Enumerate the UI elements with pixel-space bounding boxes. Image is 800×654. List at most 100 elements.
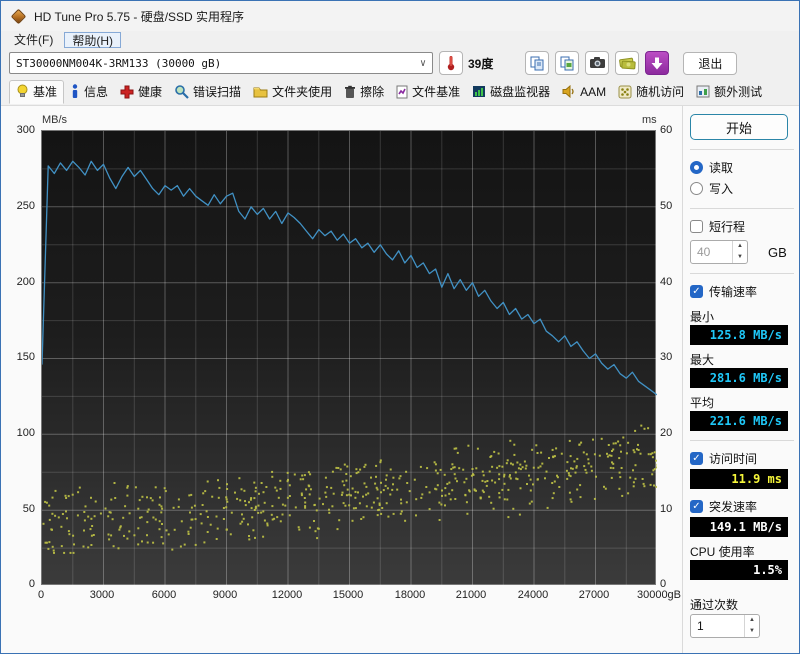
main-content: MB/s ms 300 250 200 150 100 50 0 60 50 4… (1, 106, 799, 654)
pass-count-spinner[interactable]: 1 ▲ ▼ (690, 614, 760, 638)
cpu-usage-value: 1.5% (690, 560, 788, 580)
menu-help[interactable]: 帮助(H) (64, 32, 121, 48)
y-tick-left: 50 (1, 502, 35, 516)
tab-label: 健康 (138, 83, 162, 100)
capacity-value: 40 (691, 241, 732, 263)
tab-extra-tests[interactable]: 额外测试 (690, 80, 768, 104)
tab-aam[interactable]: AAM (556, 80, 612, 104)
y-tick-left: 300 (1, 123, 35, 137)
spinner-down-icon[interactable]: ▼ (745, 626, 759, 637)
temperature-value: 39度 (468, 55, 493, 72)
transfer-rate-label: 传输速率 (709, 283, 757, 300)
read-radio[interactable]: 读取 (690, 157, 794, 178)
right-axis-unit: ms (642, 114, 657, 126)
access-time-checkbox[interactable]: ✓ 访问时间 (690, 448, 794, 469)
tab-health[interactable]: 健康 (114, 80, 168, 104)
pass-count-label: 通过次数 (690, 596, 794, 614)
x-tick: 27000 (562, 589, 626, 601)
left-axis-unit: MB/s (42, 114, 67, 126)
drive-select-value: ST30000NM004K-3RM133 (30000 gB) (16, 57, 221, 70)
y-tick-left: 250 (1, 199, 35, 213)
tab-label: 擦除 (360, 83, 384, 100)
chevron-down-icon: ∨ (420, 58, 426, 69)
copy-text-button[interactable] (525, 51, 549, 75)
thermometer-icon (444, 55, 458, 71)
write-radio-label: 写入 (709, 180, 733, 197)
tab-random-access[interactable]: 随机访问 (612, 80, 690, 104)
min-label: 最小 (690, 308, 794, 325)
info-icon (70, 84, 80, 99)
min-value: 125.8 MB/s (690, 325, 788, 345)
bulb-icon (16, 84, 29, 99)
exit-button[interactable]: 退出 (683, 52, 737, 75)
capacity-spinner[interactable]: 40 ▲ ▼ (690, 240, 748, 264)
screenshot-icon (589, 56, 606, 70)
x-tick: 18000 (378, 589, 442, 601)
y-tick-right: 40 (660, 275, 672, 289)
menu-file[interactable]: 文件(F) (7, 32, 60, 48)
register-icon (619, 57, 636, 70)
tab-benchmark[interactable]: 基准 (9, 80, 64, 104)
x-tick: 9000 (193, 589, 257, 601)
y-tick-right: 10 (660, 502, 672, 516)
spinner-down-icon[interactable]: ▼ (733, 252, 747, 263)
tab-folder-usage[interactable]: 文件夹使用 (247, 80, 338, 104)
avg-label: 平均 (690, 394, 794, 411)
divider (690, 208, 794, 209)
tab-erase[interactable]: 擦除 (338, 80, 390, 104)
drive-select[interactable]: ST30000NM004K-3RM133 (30000 gB) ∨ (9, 52, 433, 74)
title-bar: HD Tune Pro 5.75 - 硬盘/SSD 实用程序 (1, 1, 799, 31)
spinner-up-icon[interactable]: ▲ (733, 241, 747, 252)
save-download-icon (651, 57, 663, 70)
tab-label: AAM (580, 85, 606, 99)
tab-error-scan[interactable]: 错误扫描 (168, 80, 247, 104)
y-tick-right: 50 (660, 199, 672, 213)
copy-image-button[interactable] (555, 51, 579, 75)
divider (690, 440, 794, 441)
cpu-usage-label: CPU 使用率 (690, 543, 794, 560)
access-time-label: 访问时间 (709, 450, 757, 467)
save-download-button[interactable] (645, 51, 669, 75)
panel-divider (682, 106, 683, 654)
chart-plot-svg (42, 131, 657, 586)
pass-count-value: 1 (691, 615, 744, 637)
benchmark-chart (41, 130, 656, 585)
checkbox-unchecked-icon (690, 220, 703, 233)
screenshot-button[interactable] (585, 51, 609, 75)
tab-info[interactable]: 信息 (64, 80, 114, 104)
read-radio-label: 读取 (709, 159, 733, 176)
short-stroke-label: 短行程 (709, 218, 745, 235)
start-button[interactable]: 开始 (690, 114, 788, 140)
y-tick-right: 30 (660, 350, 672, 364)
burst-rate-checkbox[interactable]: ✓ 突发速率 (690, 496, 794, 517)
control-panel: 开始 读取 写入 短行程 40 ▲ ▼ (690, 112, 794, 654)
tab-label: 文件基准 (412, 83, 460, 100)
short-stroke-checkbox[interactable]: 短行程 (690, 216, 794, 237)
tab-disk-monitor[interactable]: 磁盘监视器 (466, 80, 556, 104)
copy-text-icon (529, 55, 545, 71)
y-tick-left: 200 (1, 275, 35, 289)
x-tick: 24000 (501, 589, 565, 601)
file-benchmark-icon (396, 85, 408, 99)
avg-value: 221.6 MB/s (690, 411, 788, 431)
y-tick-left: 150 (1, 350, 35, 364)
checkbox-checked-icon: ✓ (690, 500, 703, 513)
spinner-up-icon[interactable]: ▲ (745, 615, 759, 626)
y-tick-right: 20 (660, 426, 672, 440)
y-tick-left: 100 (1, 426, 35, 440)
random-access-icon (618, 85, 632, 99)
transfer-rate-checkbox[interactable]: ✓ 传输速率 (690, 281, 794, 302)
checkbox-checked-icon: ✓ (690, 452, 703, 465)
radio-selected-icon (690, 161, 703, 174)
register-button[interactable] (615, 51, 639, 75)
divider (690, 149, 794, 150)
magnifier-icon (174, 84, 189, 99)
access-time-value: 11.9 ms (690, 469, 788, 489)
temperature-button[interactable] (439, 51, 463, 75)
radio-icon (690, 182, 703, 195)
folder-icon (253, 85, 268, 98)
disk-monitor-icon (472, 85, 486, 98)
menu-bar: 文件(F) 帮助(H) (1, 31, 799, 48)
write-radio[interactable]: 写入 (690, 178, 794, 199)
tab-file-benchmark[interactable]: 文件基准 (390, 80, 466, 104)
